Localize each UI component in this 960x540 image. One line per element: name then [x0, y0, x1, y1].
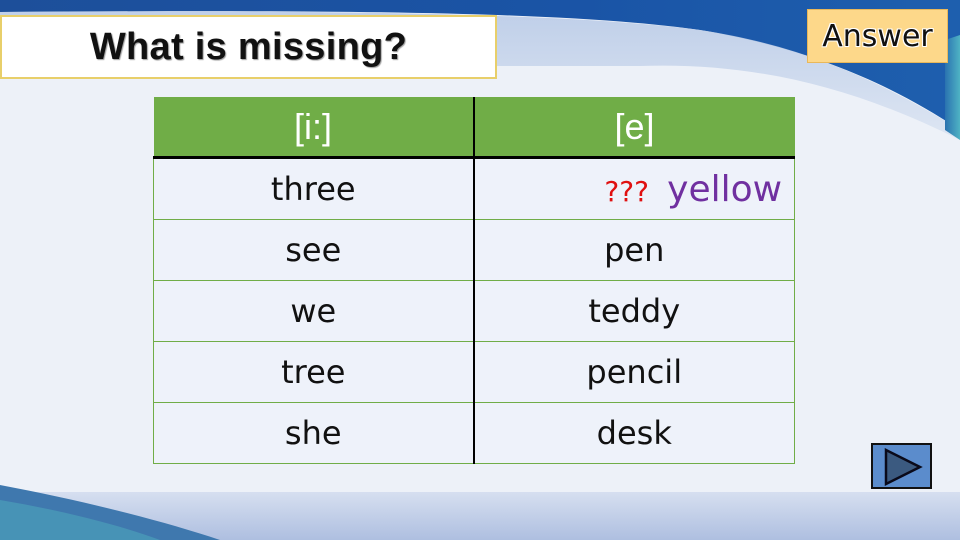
column-header-e: [e] [473, 97, 795, 159]
answer-button[interactable]: Answer [807, 9, 948, 63]
slide-title: What is missing? [89, 25, 408, 68]
next-slide-button[interactable] [871, 443, 932, 489]
table-row: see pen [153, 219, 795, 281]
word-cell: tree [153, 341, 475, 403]
word-cell: desk [473, 402, 795, 464]
table-row: tree pencil [153, 341, 795, 403]
answer-button-label: Answer [822, 18, 933, 54]
word-cell: teddy [473, 280, 795, 342]
word-cell: three [153, 157, 475, 220]
column-header-i: [i:] [153, 97, 475, 159]
word-cell: she [153, 402, 475, 464]
table-row: she desk [153, 402, 795, 464]
word-cell: pencil [473, 341, 795, 403]
word-cell: see [153, 219, 475, 281]
table-row: three ??? yellow [153, 157, 795, 220]
word-cell: pen [473, 219, 795, 281]
missing-word-cell: ??? yellow [473, 157, 795, 220]
phonics-table: [i:] [e] three ??? yellow see pen we ted… [153, 97, 795, 464]
word-cell: we [153, 280, 475, 342]
table-header-row: [i:] [e] [153, 97, 795, 159]
slide-title-box: What is missing? [0, 15, 497, 79]
answer-hint: yellow [667, 168, 783, 210]
table-row: we teddy [153, 280, 795, 342]
missing-word-placeholder: ??? [604, 174, 649, 208]
play-triangle-icon [884, 448, 923, 486]
